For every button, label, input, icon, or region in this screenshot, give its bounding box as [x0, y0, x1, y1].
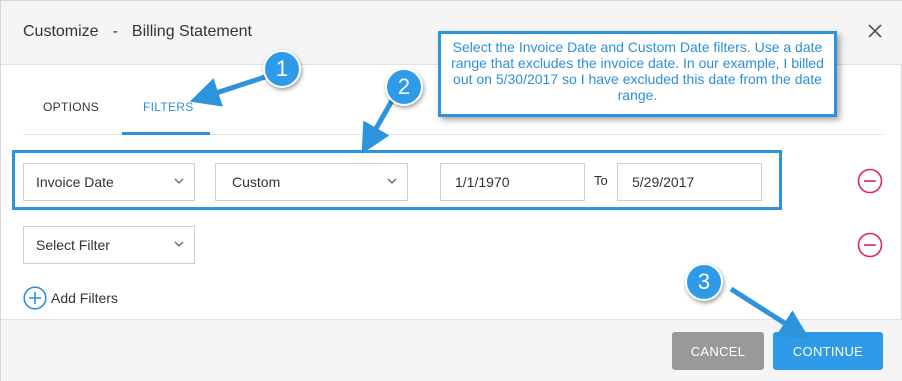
dialog-title-sub: Billing Statement	[131, 23, 252, 40]
dialog-footer: CANCEL CONTINUE	[1, 319, 902, 381]
tab-filters[interactable]: FILTERS	[143, 100, 194, 114]
close-icon[interactable]	[865, 21, 885, 41]
tab-options[interactable]: OPTIONS	[43, 100, 99, 114]
dialog-title-main: Customize	[23, 23, 99, 40]
step-2-badge: 2	[385, 68, 423, 106]
dialog-title-separator: -	[112, 23, 118, 40]
active-tab-indicator	[122, 132, 210, 135]
add-filters-button[interactable]: Add Filters	[23, 286, 118, 310]
continue-button[interactable]: CONTINUE	[773, 332, 883, 370]
remove-circle-icon[interactable]	[857, 232, 883, 258]
remove-circle-icon[interactable]	[857, 168, 883, 194]
add-circle-icon	[23, 286, 47, 310]
cancel-button[interactable]: CANCEL	[672, 332, 764, 370]
add-filters-label: Add Filters	[51, 290, 118, 306]
dialog-title: Customize - Billing Statement	[23, 23, 252, 41]
chevron-down-icon	[174, 241, 184, 247]
new-filter-value: Select Filter	[36, 237, 110, 253]
filter-row-highlight	[12, 150, 782, 210]
step-1-badge: 1	[263, 50, 301, 88]
new-filter-select[interactable]: Select Filter	[23, 226, 195, 264]
instruction-callout: Select the Invoice Date and Custom Date …	[438, 31, 837, 117]
step-3-badge: 3	[685, 263, 723, 301]
